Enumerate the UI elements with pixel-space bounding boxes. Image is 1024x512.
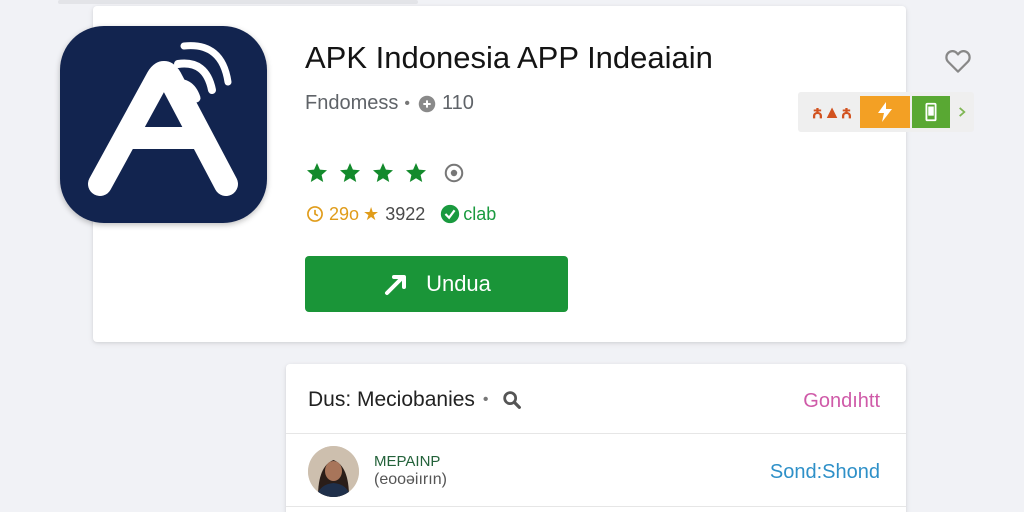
star-icon (373, 163, 393, 182)
badge-more (952, 96, 972, 128)
separator-dot: • (482, 391, 489, 408)
app-title: APK Indonesia APP Indeaiain (305, 40, 713, 75)
reviewer-name: MEPAINP (374, 453, 441, 470)
install-button[interactable]: Undua (305, 256, 568, 312)
feature-badges: ꙉ▲ꙉ (798, 92, 974, 132)
separator-dot: • (404, 94, 410, 112)
rating-summary: 29o ★ (305, 204, 379, 225)
wishlist-button[interactable] (943, 46, 973, 76)
reviews-title-row: Dus: Meciobanies • (308, 388, 523, 412)
star-icon (307, 163, 327, 182)
chevron-right-icon (959, 107, 966, 117)
star-icon (340, 163, 360, 182)
app-logo (60, 26, 267, 223)
developer-row: Fndomess • 110 (305, 92, 474, 115)
flash-icon (878, 102, 892, 122)
avatar[interactable] (308, 446, 359, 497)
download-icon (418, 95, 436, 112)
top-divider (58, 0, 418, 4)
star-icon (406, 163, 426, 182)
developer-link[interactable]: Fndomess (305, 92, 398, 115)
review-count: 3922 (385, 203, 426, 224)
rating-star-icon: ★ (363, 203, 380, 224)
review-item: MEPAINP (eooəiırın) Sond:Shond (286, 435, 906, 507)
badge-age-label: ꙉ▲ꙉ (811, 102, 853, 122)
heart-icon (945, 50, 971, 73)
install-label: Undua (426, 271, 491, 296)
reviewer-subtitle: (eooəiırın) (374, 471, 447, 488)
app-logo-icon (88, 42, 238, 196)
reviewer-action-link[interactable]: Sond:Shond (770, 461, 880, 484)
club-icon (441, 204, 460, 224)
clock-icon (307, 206, 323, 222)
info-icon[interactable] (443, 162, 465, 184)
reviews-title: Dus: Meciobanies (308, 388, 475, 411)
badge-flash (860, 96, 910, 128)
badge-device (912, 96, 950, 128)
reviews-header: Dus: Meciobanies • Gondıhtt (286, 364, 906, 434)
install-arrow-icon (385, 275, 407, 295)
club-label: clab (463, 203, 497, 224)
meta-row: 29o ★ 3922 clab (305, 203, 496, 225)
download-count: 110 (416, 92, 474, 115)
download-count-value: 110 (441, 92, 474, 114)
club-link[interactable]: clab (439, 203, 496, 225)
reviews-link[interactable]: Gondıhtt (803, 390, 880, 413)
rating-stars (305, 161, 465, 185)
device-icon (925, 102, 937, 122)
avatar-icon (308, 446, 359, 497)
rating-label: 29o (329, 203, 360, 224)
search-icon[interactable] (501, 389, 523, 411)
badge-age: ꙉ▲ꙉ (804, 96, 860, 128)
reviews-card: Dus: Meciobanies • Gondıhtt MEPAINP (eoo… (286, 364, 906, 512)
